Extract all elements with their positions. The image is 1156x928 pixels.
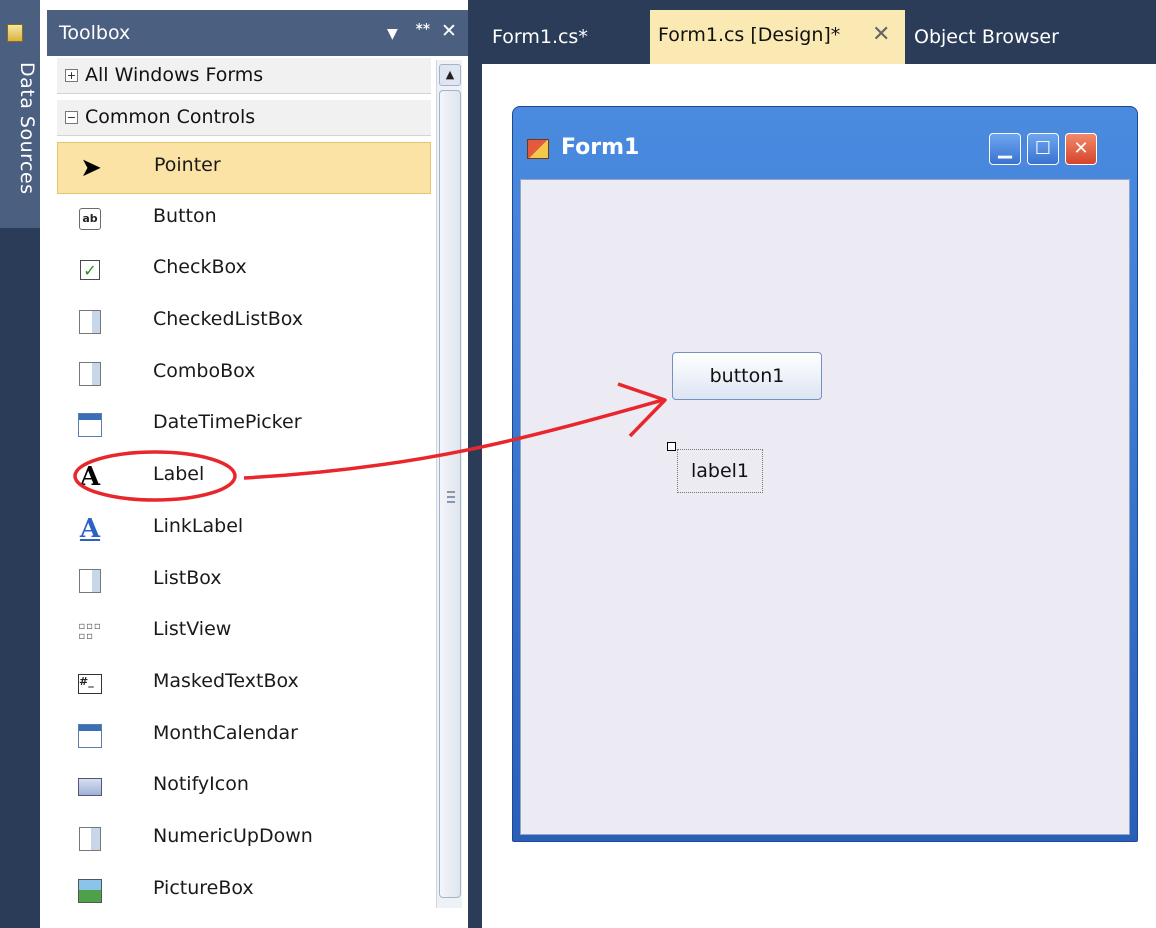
numeric-updown-icon (77, 826, 103, 852)
toolbox-header: Toolbox ▼ ᕯ ✕ (47, 10, 468, 56)
data-sources-label: Data Sources (16, 62, 38, 195)
picturebox-icon (77, 878, 103, 904)
label1-control[interactable]: label1 (677, 449, 763, 493)
toolbox-item-label: CheckedListBox (153, 308, 304, 331)
checked-list-box-icon (77, 309, 103, 335)
form-icon (527, 139, 549, 159)
toolbox-item-numericupdown[interactable]: NumericUpDown (57, 814, 431, 866)
tab-label: Object Browser (914, 26, 1059, 48)
toolbox-item-checkbox[interactable]: ✓ CheckBox (57, 245, 431, 297)
listbox-icon (77, 568, 103, 594)
tab-label: Form1.cs* (492, 26, 588, 48)
toolbox-item-label: DateTimePicker (153, 411, 302, 434)
toolbox-item-datetimepicker[interactable]: DateTimePicker (57, 400, 431, 452)
toolbox-item-monthcalendar[interactable]: MonthCalendar (57, 711, 431, 763)
toolbox-item-label: Button (153, 204, 217, 227)
tab-label: Form1.cs [Design]* (658, 24, 841, 46)
label-icon: A (79, 462, 101, 493)
toolbox-item-label: Pointer (154, 154, 221, 176)
toolbox-title: Toolbox (59, 22, 131, 44)
button-icon: ab (77, 206, 103, 232)
combobox-icon (77, 361, 103, 387)
toolbox-item-checkedlistbox[interactable]: CheckedListBox (57, 297, 431, 349)
group-all-windows-forms[interactable]: + All Windows Forms (57, 58, 431, 94)
toolbox-item-linklabel[interactable]: A LinkLabel (57, 504, 431, 556)
toolbox-scrollbar[interactable]: ▲ (436, 60, 462, 908)
selection-handle[interactable] (667, 442, 676, 451)
panel-divider[interactable] (468, 0, 482, 928)
toolbox-item-listview[interactable]: ▫▫▫ ▫▫ ListView (57, 607, 431, 659)
pointer-icon: ➤ (80, 153, 102, 183)
toolbox-item-label: LinkLabel (153, 514, 244, 537)
form-client-area[interactable]: button1 label1 (520, 179, 1130, 835)
month-calendar-icon (77, 723, 103, 749)
maximize-icon[interactable]: ☐ (1027, 133, 1059, 165)
toolbox-item-maskedtextbox[interactable]: #_ MaskedTextBox (57, 659, 431, 711)
button1-control[interactable]: button1 (672, 352, 822, 400)
left-side-strip: Data Sources (0, 0, 40, 928)
toolbox-item-label: NumericUpDown (153, 824, 313, 847)
toolbox-item-listbox[interactable]: ListBox (57, 556, 431, 608)
minimize-icon[interactable]: ▁ (989, 133, 1021, 165)
toolbox-item-label: ComboBox (153, 359, 256, 382)
collapse-minus-icon[interactable]: − (65, 111, 78, 124)
masked-textbox-icon: #_ (77, 671, 103, 697)
data-sources-icon (7, 24, 23, 42)
toolbox-item-label: ListView (153, 618, 232, 641)
toolbox-item-label: CheckBox (153, 256, 247, 279)
toolbox-item-pointer[interactable]: ➤ Pointer (57, 142, 431, 194)
dropdown-arrow-icon[interactable]: ▼ (387, 23, 398, 45)
window-close-icon[interactable]: ✕ (1065, 133, 1097, 165)
expand-plus-icon[interactable]: + (65, 69, 78, 82)
checkbox-icon: ✓ (77, 257, 103, 283)
listview-icon: ▫▫▫ ▫▫ (78, 621, 102, 643)
document-tab-bar: Form1.cs* Form1.cs [Design]* ✕ Object Br… (482, 0, 1156, 64)
scrollbar-thumb[interactable] (439, 90, 461, 898)
toolbox-item-label: MaskedTextBox (153, 669, 299, 692)
pin-icon[interactable]: ᕯ (415, 20, 431, 42)
toolbox-item-label: MonthCalendar (153, 721, 298, 744)
form1-window[interactable]: Form1 ▁ ☐ ✕ button1 label1 (512, 106, 1138, 842)
toolbox-item-label: Label (153, 463, 205, 486)
toolbox-item-combobox[interactable]: ComboBox (57, 349, 431, 401)
close-icon[interactable]: ✕ (441, 20, 457, 42)
toolbox-item-list: ➤ Pointer ab Button ✓ CheckBox CheckedLi… (57, 142, 431, 917)
grip-icon (447, 491, 455, 503)
data-sources-tab[interactable]: Data Sources (0, 0, 40, 228)
toolbox-item-label: NotifyIcon (153, 773, 249, 796)
tab-close-icon[interactable]: ✕ (872, 22, 890, 47)
datetime-picker-icon (77, 412, 103, 438)
toolbox-item-picturebox[interactable]: PictureBox (57, 866, 431, 918)
toolbox-panel: Toolbox ▼ ᕯ ✕ + All Windows Forms − Comm… (47, 0, 468, 928)
form-title: Form1 (561, 135, 640, 160)
toolbox-item-label: PictureBox (153, 876, 254, 899)
group-label: All Windows Forms (85, 64, 264, 86)
toolbox-item-label: ListBox (153, 566, 222, 589)
group-label: Common Controls (85, 106, 256, 128)
notify-icon (77, 774, 103, 800)
toolbox-item-label[interactable]: A Label (57, 452, 431, 504)
toolbox-item-button[interactable]: ab Button (57, 194, 431, 246)
tab-form1-design[interactable]: Form1.cs [Design]* ✕ (650, 10, 905, 64)
link-label-icon: A (79, 513, 101, 544)
scroll-up-icon[interactable]: ▲ (439, 64, 461, 86)
toolbox-item-notifyicon[interactable]: NotifyIcon (57, 762, 431, 814)
group-common-controls[interactable]: − Common Controls (57, 100, 431, 136)
